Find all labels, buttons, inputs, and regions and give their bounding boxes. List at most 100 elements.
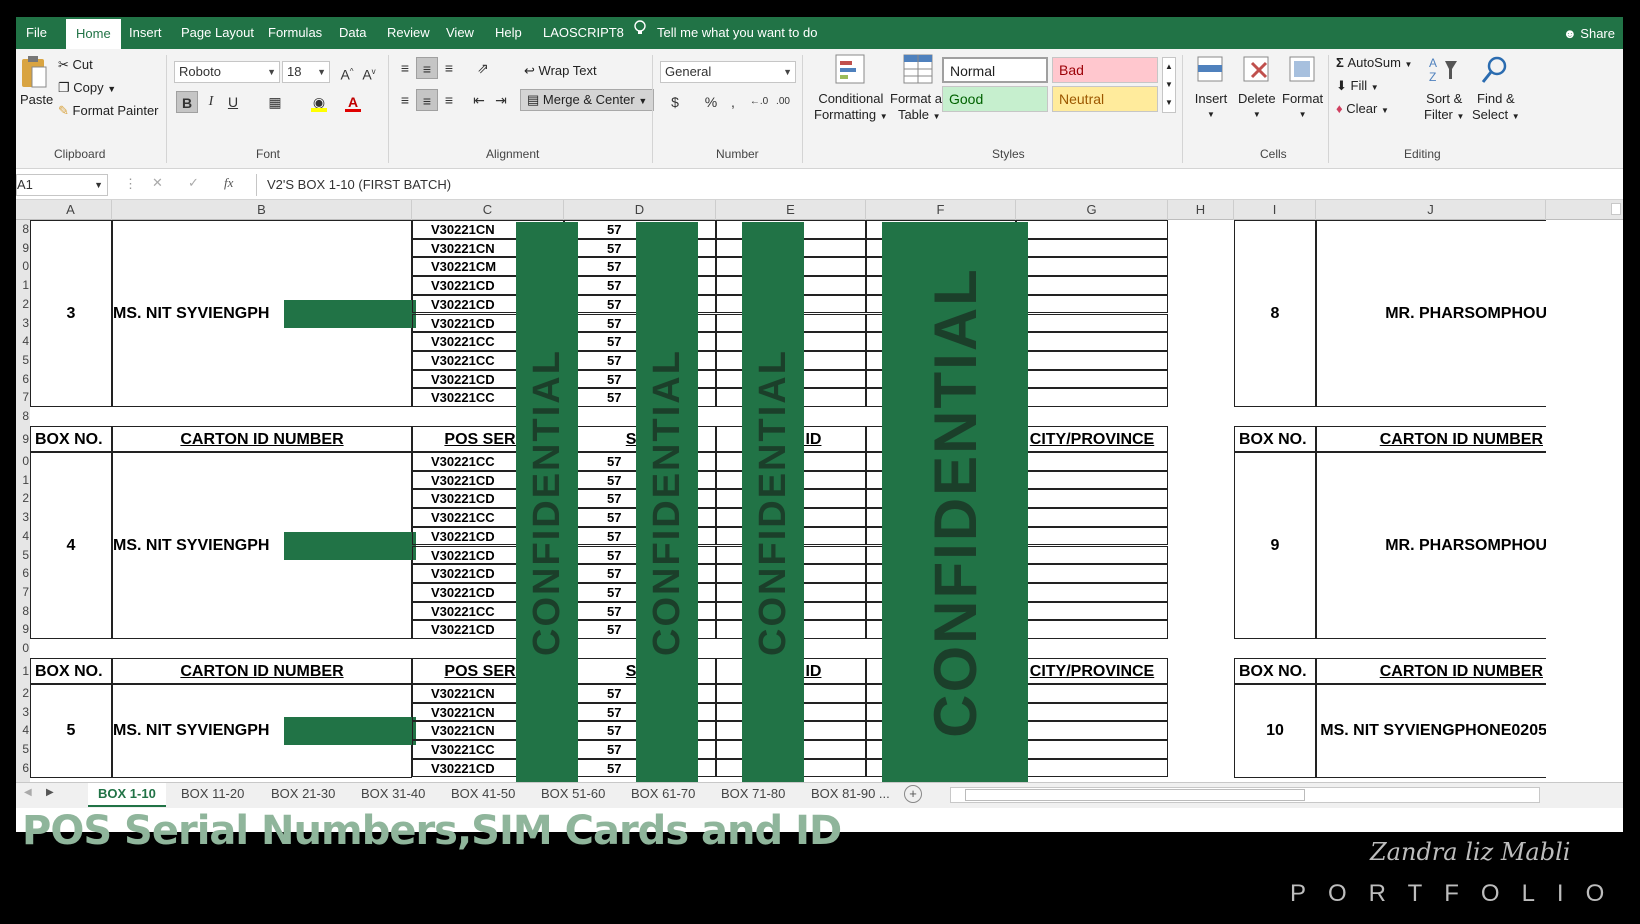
row-header[interactable]: 4 (16, 721, 30, 740)
city-cell[interactable] (1016, 721, 1168, 741)
row-header[interactable]: 4 (16, 332, 30, 351)
city-cell[interactable] (1016, 758, 1168, 778)
box-number-cell[interactable]: 9 (1234, 452, 1316, 639)
sheet-tab-box-21-30[interactable]: BOX 21-30 (261, 783, 345, 807)
row-header[interactable]: 5 (16, 740, 30, 759)
tab-formulas[interactable]: Formulas (268, 17, 322, 49)
wrap-text-button[interactable]: ↩ Wrap Text (524, 63, 597, 79)
city-cell[interactable] (1016, 220, 1168, 239)
header-box-no[interactable]: BOX NO. (30, 426, 112, 452)
city-cell[interactable] (1016, 545, 1168, 565)
header-box-no[interactable]: BOX NO. (30, 658, 112, 684)
row-header[interactable]: 5 (16, 546, 30, 565)
add-sheet-icon[interactable]: + (904, 785, 922, 803)
align-bottom-icon[interactable]: ≡ (438, 57, 460, 79)
share-button[interactable]: ☻ Share (1563, 17, 1615, 51)
customer-name-cell[interactable]: MR. PHARSOMPHOU (1316, 220, 1546, 407)
fill-color-icon[interactable]: ◉ (308, 91, 330, 113)
customer-name-cell[interactable]: MS. NIT SYVIENGPHONE0205 (1316, 684, 1546, 778)
row-header[interactable]: 2 (16, 295, 30, 314)
row-header[interactable]: 3 (16, 703, 30, 722)
box-number-cell[interactable]: 10 (1234, 684, 1316, 778)
borders-icon[interactable]: ▦ (264, 91, 286, 113)
style-normal[interactable]: Normal (942, 57, 1048, 83)
format-cells-button[interactable]: Format ▼ (1282, 53, 1323, 123)
row-header[interactable]: 7 (16, 388, 30, 407)
sheet-tab-box-41-50[interactable]: BOX 41-50 (441, 783, 525, 807)
header-city[interactable]: CITY/PROVINCE (1016, 658, 1168, 684)
row-header[interactable]: 4 (16, 527, 30, 546)
grow-font-button[interactable]: A^ (336, 61, 358, 83)
style-good[interactable]: Good (942, 86, 1048, 112)
box-number-cell[interactable]: 5 (30, 684, 112, 778)
decrease-decimal-icon[interactable]: .00 (772, 91, 794, 113)
orientation-icon[interactable]: ⇗ (472, 57, 494, 79)
header-carton-id[interactable]: CARTON ID NUMBER (1316, 658, 1546, 684)
row-header[interactable]: 1 (16, 471, 30, 490)
cancel-icon[interactable]: ✕ (152, 175, 163, 191)
delete-cells-button[interactable]: Delete ▼ (1238, 53, 1276, 123)
header-carton-id[interactable]: CARTON ID NUMBER (112, 426, 412, 452)
number-format-select[interactable]: General ▼ (660, 61, 796, 83)
conditional-formatting-button[interactable]: Conditional Formatting ▼ (814, 53, 888, 125)
row-header[interactable]: 9 (16, 426, 30, 452)
name-box[interactable]: A1 ▼ (16, 174, 108, 196)
function-icon[interactable]: fx (224, 175, 233, 191)
insert-cells-button[interactable]: Insert ▼ (1194, 53, 1228, 123)
city-cell[interactable] (1016, 702, 1168, 722)
style-bad[interactable]: Bad (1052, 57, 1158, 83)
column-header[interactable]: I (1234, 200, 1316, 220)
row-header[interactable]: 3 (16, 314, 30, 333)
city-cell[interactable] (1016, 294, 1168, 314)
sheet-tab-box-1-10[interactable]: BOX 1-10 (88, 783, 166, 807)
format-as-table-button[interactable]: Format as Table ▼ (890, 53, 949, 125)
percent-icon[interactable]: % (700, 91, 722, 113)
sheet-tab-box-71-80[interactable]: BOX 71-80 (711, 783, 795, 807)
city-cell[interactable] (1016, 369, 1168, 389)
column-header[interactable]: E (716, 200, 866, 220)
tab-help[interactable]: Help (495, 17, 522, 49)
row-header[interactable]: 7 (16, 583, 30, 602)
paste-button[interactable]: Paste (20, 55, 53, 107)
city-cell[interactable] (1016, 740, 1168, 759)
row-header[interactable]: 8 (16, 602, 30, 621)
vertical-scrollbar[interactable] (1611, 203, 1621, 215)
city-cell[interactable] (1016, 620, 1168, 639)
box-number-cell[interactable]: 3 (30, 220, 112, 407)
font-size-select[interactable]: 18 ▼ (282, 61, 330, 83)
header-carton-id[interactable]: CARTON ID NUMBER (1316, 426, 1546, 452)
city-cell[interactable] (1016, 276, 1168, 295)
sheet-tab-box-11-20[interactable]: BOX 11-20 (171, 783, 254, 807)
city-cell[interactable] (1016, 508, 1168, 527)
shrink-font-button[interactable]: Av (358, 61, 380, 83)
city-cell[interactable] (1016, 332, 1168, 351)
city-cell[interactable] (1016, 452, 1168, 471)
city-cell[interactable] (1016, 350, 1168, 370)
formula-input[interactable]: V2'S BOX 1-10 (FIRST BATCH) (256, 174, 1623, 196)
city-cell[interactable] (1016, 313, 1168, 333)
decrease-indent-icon[interactable]: ⇤ (468, 89, 490, 111)
row-header[interactable]: 2 (16, 489, 30, 508)
align-right-icon[interactable]: ≡ (438, 89, 460, 111)
column-header[interactable]: D (564, 200, 716, 220)
city-cell[interactable] (1016, 582, 1168, 602)
scroll-left-icon[interactable]: ◀ (24, 787, 32, 798)
autosum-button[interactable]: Σ AutoSum ▼ (1336, 55, 1412, 70)
currency-icon[interactable]: $ (664, 91, 686, 113)
box-number-cell[interactable]: 8 (1234, 220, 1316, 407)
city-cell[interactable] (1016, 470, 1168, 490)
city-cell[interactable] (1016, 238, 1168, 258)
row-header[interactable]: 8 (16, 220, 30, 239)
font-name-select[interactable]: Roboto ▼ (174, 61, 280, 83)
underline-button[interactable]: U (222, 91, 244, 113)
row-header[interactable]: 2 (16, 684, 30, 703)
comma-icon[interactable]: , (722, 91, 744, 113)
increase-indent-icon[interactable]: ⇥ (490, 89, 512, 111)
horizontal-scrollbar[interactable] (950, 787, 1540, 803)
font-color-icon[interactable]: A (342, 91, 364, 113)
header-box-no[interactable]: BOX NO. (1234, 426, 1316, 452)
scrollbar-thumb[interactable] (965, 789, 1305, 801)
tab-data[interactable]: Data (339, 17, 366, 49)
column-header[interactable]: C (412, 200, 564, 220)
row-header[interactable]: 0 (16, 452, 30, 471)
